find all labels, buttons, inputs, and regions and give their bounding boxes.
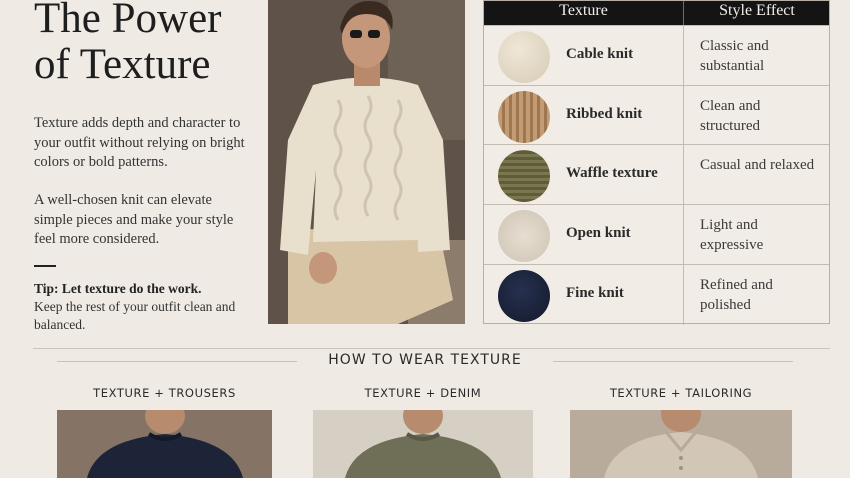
- table-row: Cable knit Classic and substantial: [484, 25, 829, 85]
- hero-photo: [268, 0, 465, 324]
- how-to-wear-heading: HOW TO WEAR TEXTURE: [328, 352, 522, 368]
- tip-block: Tip: Let texture do the work. Keep the r…: [34, 280, 254, 334]
- outfit-label-denim: TEXTURE + DENIM: [364, 386, 482, 400]
- fine-knit-swatch: [498, 270, 550, 322]
- trousers-outfit-illustration: [57, 410, 272, 478]
- title-line-2: of Texture: [34, 41, 211, 88]
- style-effect: Classic and substantial: [700, 38, 769, 74]
- howto-rule-left: [57, 361, 297, 362]
- outfit-photo-tailoring: [570, 410, 792, 478]
- page-title: The Power of Texture: [34, 0, 274, 88]
- texture-name: Waffle texture: [566, 165, 658, 181]
- style-effect: Clean and structured: [700, 98, 761, 134]
- column-header-texture: Texture: [559, 2, 608, 19]
- intro-paragraph-1: Texture adds depth and character to your…: [34, 115, 245, 170]
- ribbed-knit-swatch: [498, 91, 550, 143]
- texture-table: Texture Style Effect Cable knit Classic …: [483, 0, 830, 325]
- tip-text: Keep the rest of your outfit clean and b…: [34, 299, 236, 332]
- open-knit-swatch: [498, 210, 550, 262]
- waffle-texture-swatch: [498, 150, 550, 202]
- style-effect: Refined and polished: [700, 277, 773, 313]
- style-effect: Light and expressive: [700, 217, 764, 253]
- short-divider: [34, 265, 56, 267]
- outfit-label-trousers: TEXTURE + TROUSERS: [93, 386, 236, 400]
- howto-rule-right: [553, 361, 793, 362]
- table-row: Waffle texture Casual and relaxed: [484, 144, 829, 204]
- table-row: Fine knit Refined and polished: [484, 264, 829, 324]
- column-header-style-effect: Style Effect: [719, 2, 795, 19]
- outfit-photo-denim: [313, 410, 533, 478]
- style-effect: Casual and relaxed: [700, 157, 815, 173]
- hero-illustration: [268, 0, 465, 324]
- tailoring-outfit-illustration: [570, 410, 792, 478]
- cable-knit-swatch: [498, 31, 550, 83]
- outfit-label-tailoring: TEXTURE + TAILORING: [609, 386, 753, 400]
- tip-label: Tip: Let texture do the work.: [34, 281, 202, 296]
- denim-outfit-illustration: [313, 410, 533, 478]
- intro-paragraph-2: A well-chosen knit can elevate simple pi…: [34, 192, 234, 247]
- table-header: Texture Style Effect: [484, 1, 829, 25]
- texture-name: Cable knit: [566, 46, 634, 62]
- section-divider: [33, 348, 830, 349]
- title-line-1: The Power: [34, 0, 222, 42]
- table-row: Ribbed knit Clean and structured: [484, 85, 829, 145]
- outfit-photo-trousers: [57, 410, 272, 478]
- texture-name: Open knit: [566, 225, 631, 241]
- table-row: Open knit Light and expressive: [484, 204, 829, 264]
- texture-name: Fine knit: [566, 285, 624, 301]
- texture-name: Ribbed knit: [566, 106, 643, 122]
